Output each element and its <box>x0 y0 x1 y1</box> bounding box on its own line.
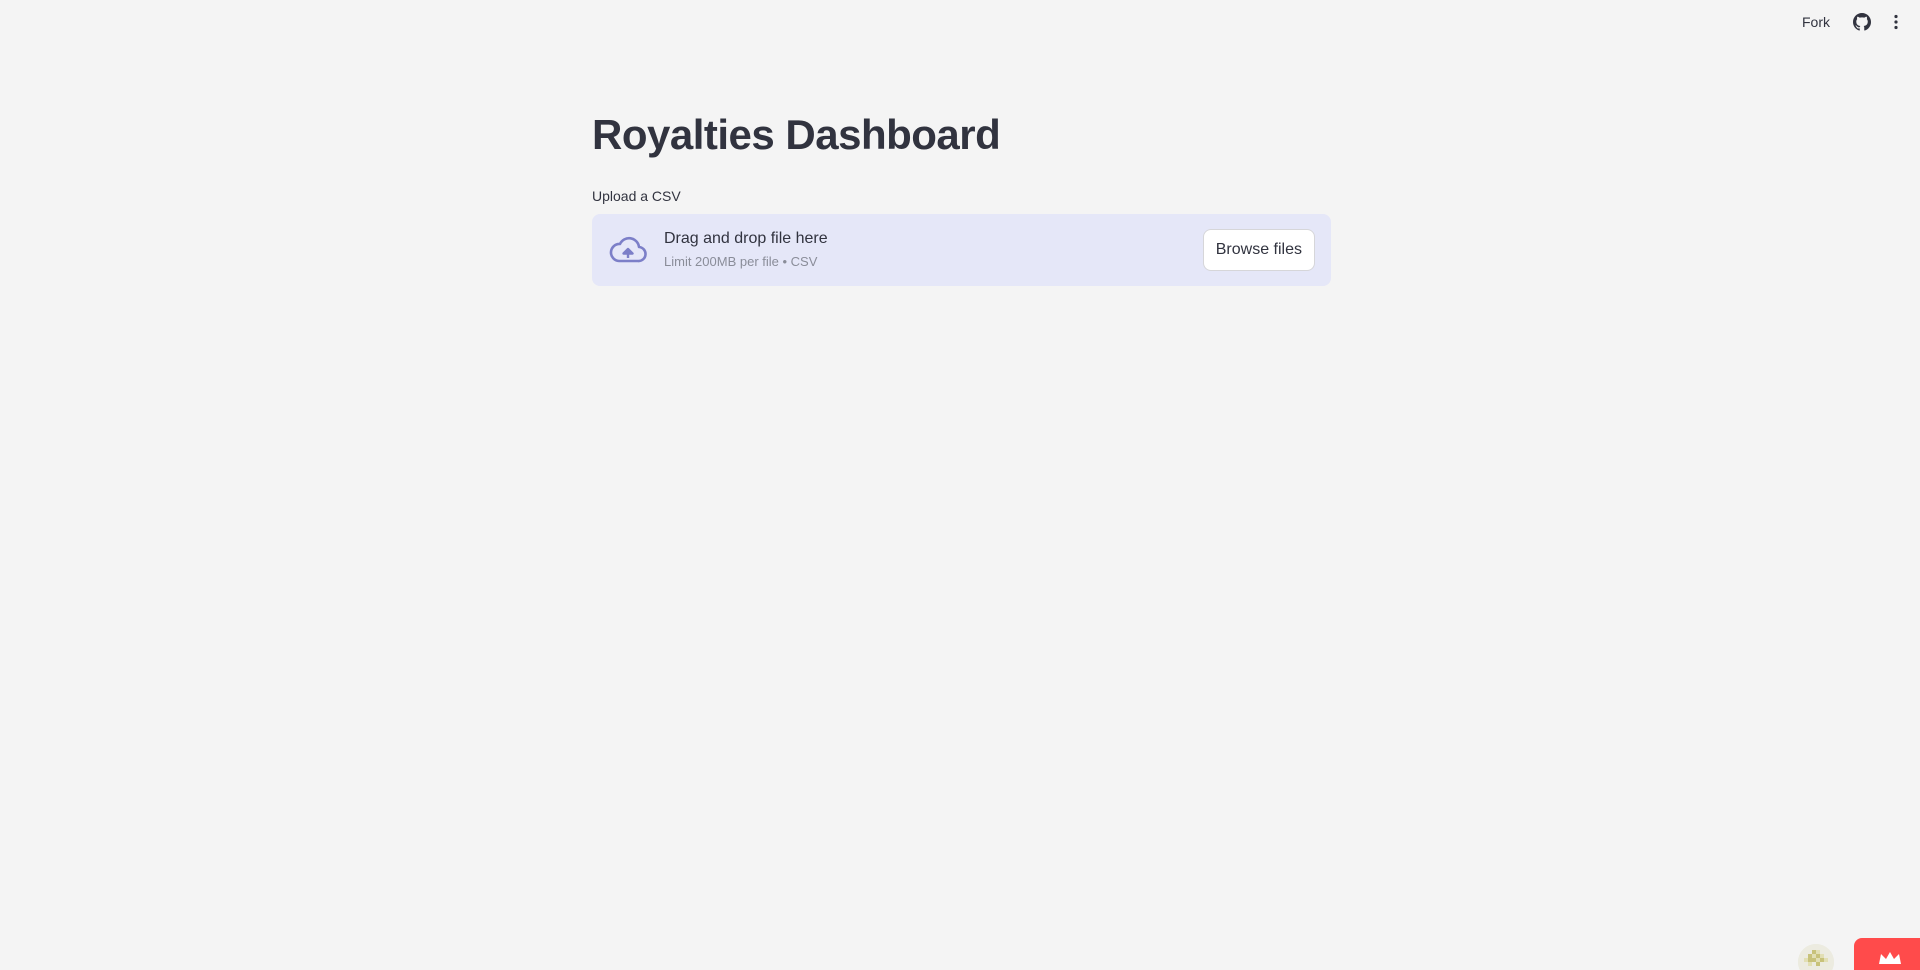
app-page: Fork Royalties Dashboard Upload a CSV Dr… <box>0 0 1920 970</box>
streamlit-crown-badge[interactable] <box>1854 938 1920 970</box>
cloud-upload-icon <box>608 230 648 270</box>
drop-instruction: Drag and drop file here <box>664 230 828 248</box>
main-content: Royalties Dashboard Upload a CSV Drag an… <box>592 110 1331 287</box>
dropzone-text: Drag and drop file here Limit 200MB per … <box>664 228 1203 272</box>
browse-files-button[interactable]: Browse files <box>1202 229 1315 272</box>
github-icon[interactable] <box>1852 12 1872 32</box>
file-dropzone[interactable]: Drag and drop file here Limit 200MB per … <box>592 214 1331 287</box>
upload-label: Upload a CSV <box>592 188 681 205</box>
user-avatar[interactable] <box>1798 944 1834 970</box>
page-title: Royalties Dashboard <box>592 111 1001 158</box>
kebab-menu-icon[interactable] <box>1886 12 1906 32</box>
fork-button[interactable]: Fork <box>1794 10 1838 34</box>
crown-icon <box>1877 950 1903 970</box>
top-toolbar: Fork <box>1794 0 1920 44</box>
file-limit-text: Limit 200MB per file • CSV <box>664 254 818 270</box>
